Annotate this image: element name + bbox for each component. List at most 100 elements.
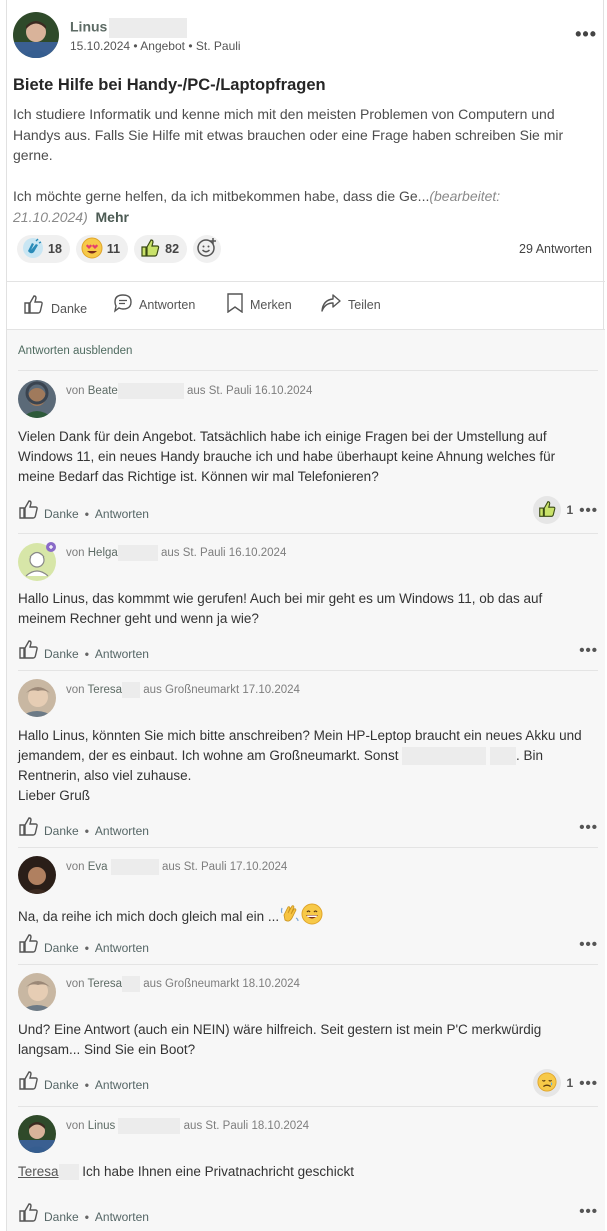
reaction-count: 1 — [566, 1076, 574, 1090]
comment-author[interactable]: Helga — [88, 547, 118, 559]
comment-author[interactable]: Linus — [88, 1120, 116, 1132]
comment-thanks-button[interactable]: Danke — [44, 824, 79, 838]
comment-thanks-button[interactable]: Danke — [44, 647, 79, 661]
comment-meta: von Eva aus St. Pauli 17.10.2024 — [66, 859, 287, 875]
reaction-clap[interactable]: 18 — [17, 235, 70, 263]
thumbs-up-outline-icon[interactable] — [18, 638, 40, 663]
thanks-button[interactable]: Danke — [23, 293, 87, 318]
reaction-thumbs-up[interactable] — [532, 496, 561, 524]
thumbs-up-outline-icon[interactable] — [18, 1069, 40, 1094]
comment-thanks-button[interactable]: Danke — [44, 1210, 79, 1224]
bookmark-button[interactable]: Merken — [226, 293, 292, 316]
comment-reply-button[interactable]: Antworten — [95, 1078, 149, 1092]
thumbs-up-icon — [139, 237, 161, 262]
thumbs-up-outline-icon[interactable] — [18, 932, 40, 957]
comment-divider — [18, 847, 598, 848]
comment-options-button[interactable]: ••• — [579, 819, 598, 836]
redacted-surname — [109, 18, 188, 38]
thumbs-up-outline-icon[interactable] — [18, 1201, 40, 1226]
answers-count[interactable]: 29 Antworten — [519, 242, 592, 256]
comment-reactions: ••• — [579, 1203, 598, 1220]
avatar[interactable] — [18, 1115, 56, 1153]
comment-date: 17.10.2024 — [229, 861, 288, 874]
reaction-bar: 18 11 82 — [17, 235, 222, 263]
comment-text: Teresa Ich habe Ihnen eine Privatnachric… — [18, 1164, 354, 1181]
comment-text: Hallo Linus, könnten Sie mich bitte ansc… — [18, 728, 582, 803]
comment-reply-button[interactable]: Antworten — [95, 824, 149, 838]
comments-section: Antworten ausblenden von Beate aus St. P… — [7, 330, 605, 1231]
post-action-bar: Danke Antworten Merken Teilen — [7, 282, 605, 328]
avatar[interactable] — [13, 12, 59, 58]
avatar[interactable] — [18, 856, 56, 894]
comment-reply-button[interactable]: Antworten — [95, 941, 149, 955]
add-reaction-button[interactable] — [193, 235, 222, 263]
comment-meta: von Helga aus St. Pauli 16.10.2024 — [66, 545, 286, 561]
hide-answers-link[interactable]: Antworten ausblenden — [18, 345, 132, 357]
comment-item: von Linus aus St. Pauli 18.10.2024 Teres… — [18, 1115, 598, 1225]
comment-reply-button[interactable]: Antworten — [95, 507, 149, 521]
comment-divider — [18, 533, 598, 534]
reaction-count: 1 — [566, 503, 574, 517]
comment-author[interactable]: Teresa — [88, 978, 123, 990]
author-name[interactable]: Linus — [70, 18, 188, 38]
read-more-link[interactable]: Mehr — [96, 209, 129, 225]
comment-meta: von Beate aus St. Pauli 16.10.2024 — [66, 383, 312, 399]
redacted-surname — [117, 383, 184, 399]
comment-reactions: ••• — [579, 642, 598, 659]
post-header: Linus 15.10.2024 • Angebot • St. Pauli •… — [13, 12, 601, 60]
avatar[interactable] — [18, 380, 56, 418]
comment-thanks-button[interactable]: Danke — [44, 1078, 79, 1092]
comment-thanks-button[interactable]: Danke — [44, 941, 79, 955]
comment-actions: Danke • Antworten — [18, 498, 149, 523]
post-body: Ich studiere Informatik und kenne mich m… — [13, 104, 598, 227]
comment-options-button[interactable]: ••• — [579, 502, 598, 519]
comment-date: 16.10.2024 — [254, 385, 313, 398]
post-category: Angebot — [140, 39, 185, 53]
comment-reactions: 1 ••• — [532, 1069, 598, 1097]
comment-date: 17.10.2024 — [242, 684, 300, 697]
redacted-text — [402, 747, 487, 766]
comment-author[interactable]: Eva — [88, 861, 108, 873]
reaction-thumbs-up[interactable]: 82 — [134, 235, 188, 263]
comment-reply-button[interactable]: Antworten — [95, 1210, 149, 1224]
post-card: Linus 15.10.2024 • Angebot • St. Pauli •… — [6, 0, 605, 1231]
comment-reactions: ••• — [579, 819, 598, 836]
comment-date: 18.10.2024 — [251, 1120, 309, 1133]
comment-options-button[interactable]: ••• — [579, 936, 598, 953]
post-paragraph: Ich studiere Informatik und kenne mich m… — [13, 106, 564, 163]
comment-options-button[interactable]: ••• — [579, 642, 598, 659]
comment-divider — [18, 964, 598, 965]
avatar[interactable] — [18, 679, 56, 717]
comment-actions: Danke • Antworten — [18, 932, 149, 957]
reaction-heart-eyes[interactable]: 11 — [75, 235, 129, 263]
comment-options-button[interactable]: ••• — [579, 1075, 598, 1092]
comment-text: Vielen Dank für dein Angebot. Tatsächlic… — [18, 429, 556, 484]
comment-reply-button[interactable]: Antworten — [95, 647, 149, 661]
thumbs-up-outline-icon — [23, 293, 45, 318]
reaction-sad[interactable] — [532, 1069, 561, 1097]
avatar[interactable] — [18, 973, 56, 1011]
comment-text: Na, da reihe ich mich doch gleich mal ei… — [18, 903, 593, 931]
comment-item: von Teresa aus Großneumarkt 18.10.2024 U… — [18, 973, 598, 1103]
comment-options-button[interactable]: ••• — [579, 1203, 598, 1220]
post-date: 15.10.2024 — [70, 39, 131, 53]
comment-reactions: 1 ••• — [532, 496, 598, 524]
thumbs-up-outline-icon[interactable] — [18, 498, 40, 523]
comment-meta: von Linus aus St. Pauli 18.10.2024 — [66, 1118, 309, 1134]
comment-author[interactable]: Beate — [88, 385, 118, 397]
comment-divider — [18, 370, 598, 371]
grinning-face-icon — [301, 903, 323, 931]
share-button[interactable]: Teilen — [320, 293, 381, 316]
thumbs-up-outline-icon[interactable] — [18, 815, 40, 840]
comment-author[interactable]: Teresa — [88, 684, 123, 696]
post-paragraph: Ich möchte gerne helfen, da ich mitbekom… — [13, 188, 501, 225]
comment-thanks-button[interactable]: Danke — [44, 507, 79, 521]
comment-location: Großneumarkt — [165, 978, 240, 991]
comment-item: von Helga aus St. Pauli 16.10.2024 Hallo… — [18, 542, 598, 667]
mention-link[interactable]: Teresa — [18, 1164, 59, 1179]
redacted-surname — [110, 859, 159, 875]
post-options-button[interactable]: ••• — [575, 24, 597, 45]
reply-button[interactable]: Antworten — [113, 293, 195, 316]
avatar[interactable] — [18, 542, 56, 581]
comment-divider — [18, 670, 598, 671]
